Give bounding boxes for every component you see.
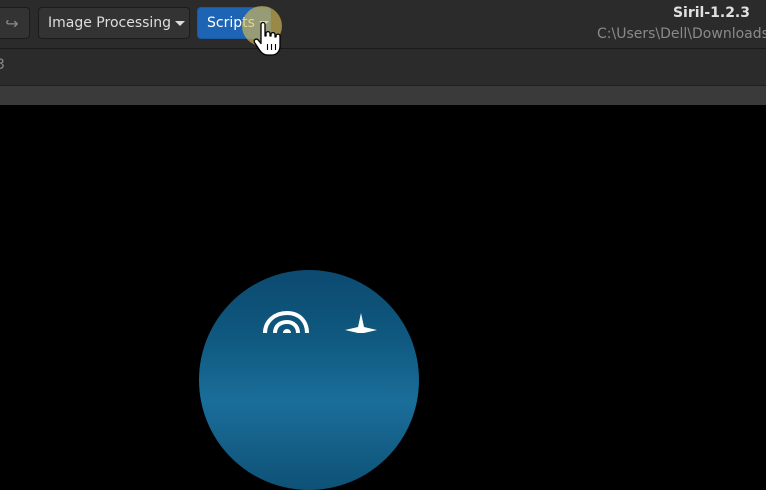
tertiary-toolbar [0, 86, 766, 105]
siril-logo-glyph [263, 310, 377, 333]
scripts-label: Scripts [207, 15, 255, 31]
image-processing-label: Image Processing [48, 15, 172, 31]
image-processing-menu-button[interactable]: Image Processing [38, 7, 190, 39]
scripts-menu-button[interactable]: Scripts [197, 7, 271, 39]
redo-icon: ↪ [5, 13, 19, 33]
header-bar: ↪ Image Processing Scripts Siril-1.2.3 C… [0, 0, 766, 49]
redo-button[interactable]: ↪ [0, 7, 30, 39]
chevron-down-icon [258, 21, 269, 26]
toolbar-fragment-text: 3 [0, 57, 5, 73]
app-title: Siril-1.2.3 [672, 5, 750, 21]
chevron-down-icon [175, 21, 186, 26]
secondary-toolbar: 3 [0, 49, 766, 86]
file-path: C:\Users\Dell\Downloads\ [597, 26, 766, 42]
